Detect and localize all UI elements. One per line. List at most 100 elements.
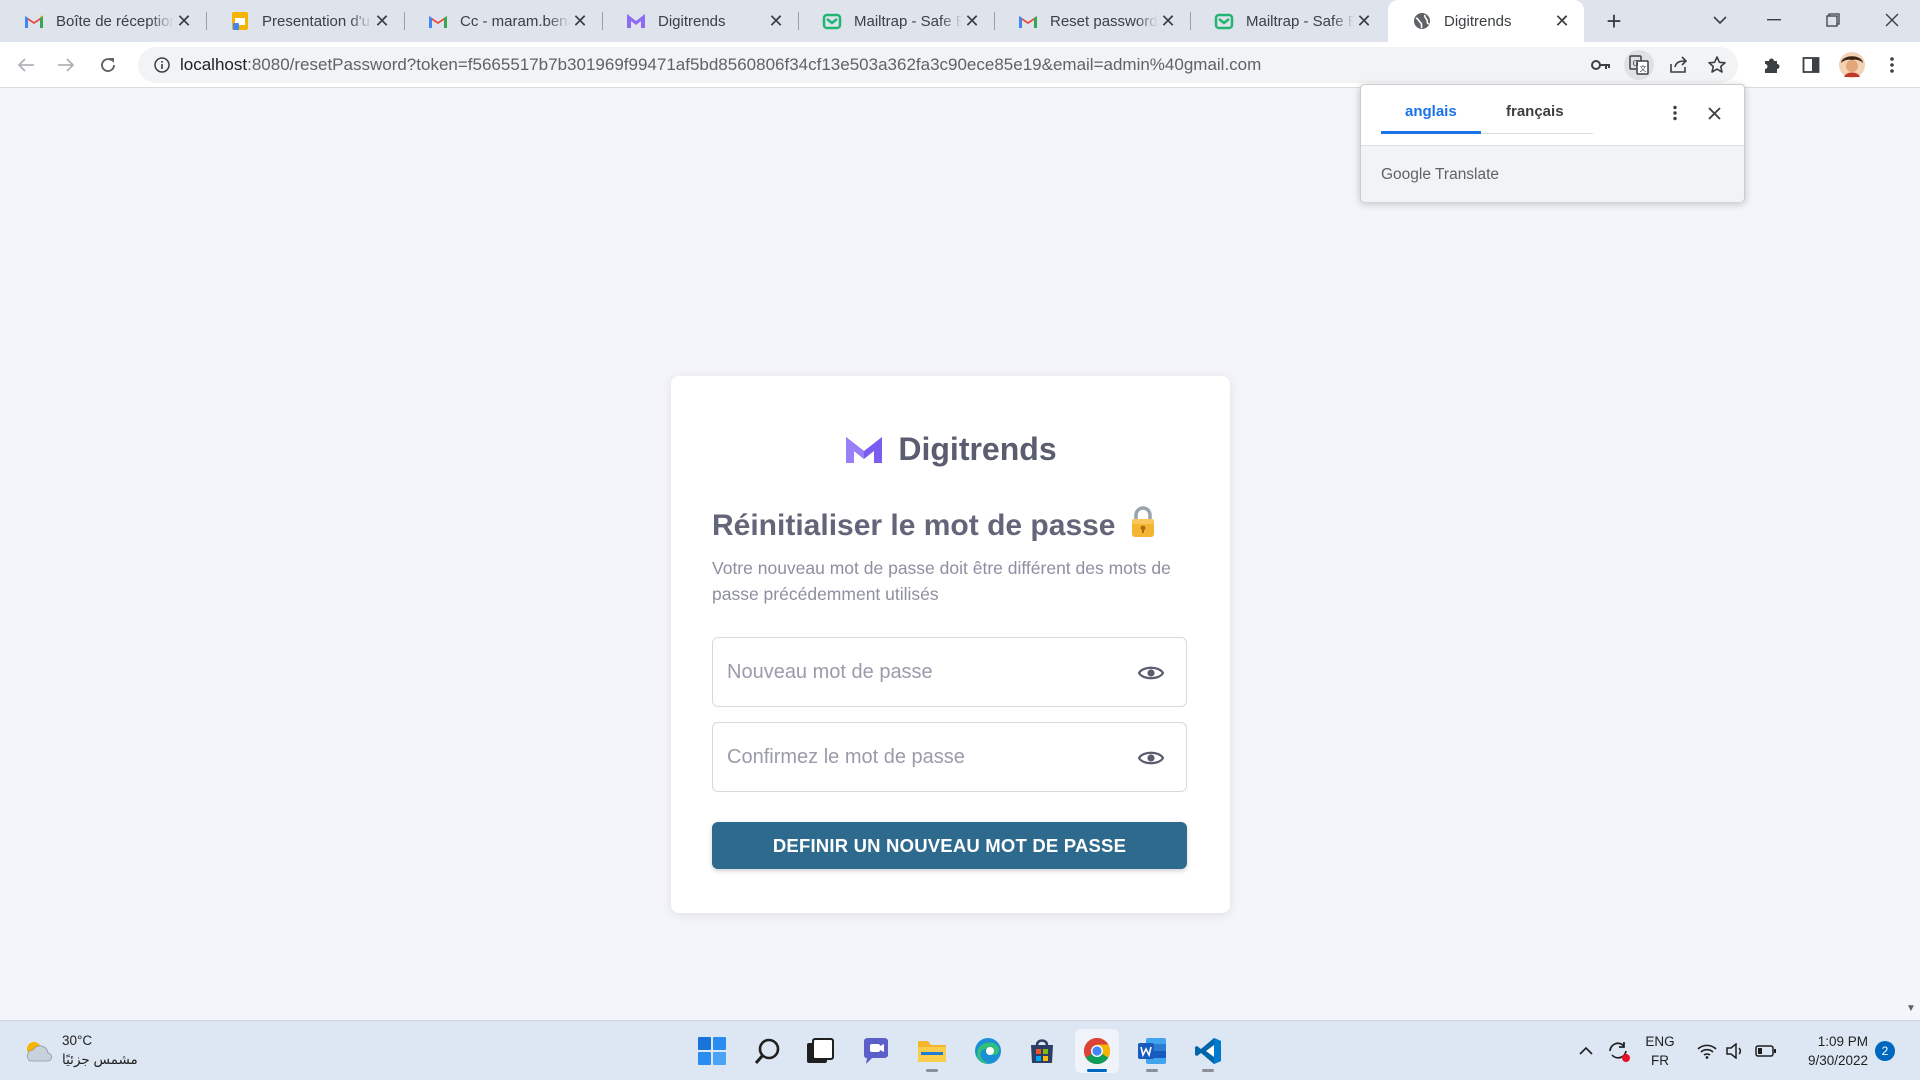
tab-title: Digitrends [658, 12, 726, 30]
gmail-icon [428, 11, 448, 31]
minimize-button[interactable] [1746, 0, 1802, 40]
close-icon [1885, 13, 1899, 27]
battery-icon[interactable] [1752, 1021, 1780, 1080]
tab-target-language[interactable]: français [1506, 103, 1564, 120]
tab-digitrends[interactable]: Digitrends ✕ [602, 0, 798, 42]
word-button[interactable] [1130, 1029, 1174, 1073]
new-password-input[interactable] [727, 638, 1127, 706]
translate-icon[interactable]: G文 [1624, 50, 1654, 80]
reload-button[interactable] [92, 49, 124, 81]
weather-widget[interactable]: 30°C مشمس جزئيًا [22, 1031, 138, 1069]
tab-mailtrap-1[interactable]: Mailtrap - Safe Em ✕ [798, 0, 994, 42]
bookmark-star-icon[interactable] [1702, 50, 1732, 80]
eye-icon[interactable] [1136, 660, 1166, 686]
tab-search-button[interactable] [1692, 0, 1748, 40]
share-icon[interactable] [1664, 50, 1694, 80]
chrome-button[interactable] [1075, 1029, 1119, 1073]
microsoft-store-button[interactable] [1020, 1029, 1064, 1073]
tab-digitrends-active[interactable]: Digitrends ✕ [1388, 0, 1584, 42]
close-icon[interactable]: ✕ [962, 11, 982, 31]
profile-avatar[interactable] [1838, 51, 1866, 79]
close-icon[interactable] [1700, 99, 1728, 127]
extensions-puzzle-icon[interactable] [1758, 51, 1786, 79]
partly-sunny-icon [26, 1042, 52, 1062]
google-brand-text: Google [1381, 166, 1431, 183]
clock-date: 9/30/2022 [1807, 1053, 1868, 1068]
forward-button[interactable] [50, 49, 82, 81]
side-panel-icon[interactable] [1797, 51, 1825, 79]
tab-gmail-cc[interactable]: Cc - maram.benab ✕ [404, 0, 602, 42]
tab-reset-password-mail[interactable]: Reset password in ✕ [994, 0, 1190, 42]
chevron-up-icon [1579, 1046, 1593, 1055]
chrome-icon [1083, 1037, 1111, 1065]
tab-title: Digitrends [1444, 12, 1512, 30]
tab-presentation[interactable]: Presentation d'une ✕ [206, 0, 404, 42]
key-icon[interactable] [1586, 50, 1616, 80]
reset-password-card: Digitrends Réinitialiser le mot de passe… [671, 376, 1230, 913]
language-secondary: FR [1651, 1053, 1669, 1068]
notification-badge[interactable]: 2 [1875, 1041, 1895, 1061]
sync-tray-icon[interactable] [1604, 1021, 1634, 1080]
word-icon [1138, 1038, 1166, 1064]
running-indicator [926, 1069, 938, 1072]
input-language-indicator[interactable]: ENG FR [1640, 1021, 1680, 1080]
file-explorer-button[interactable] [910, 1029, 954, 1073]
running-indicator [1202, 1069, 1214, 1072]
close-window-button[interactable] [1864, 0, 1920, 40]
browser-menu-icon[interactable] [1878, 51, 1906, 79]
show-hidden-icons-button[interactable] [1574, 1021, 1598, 1080]
new-tab-button[interactable]: + [1598, 6, 1630, 36]
page-subtitle: Votre nouveau mot de passe doit être dif… [712, 558, 1171, 604]
start-button[interactable] [690, 1029, 734, 1073]
page-scrollbar[interactable] [1902, 89, 1920, 1019]
back-button[interactable] [10, 49, 42, 81]
more-options-icon[interactable] [1661, 99, 1689, 127]
edge-button[interactable] [966, 1029, 1010, 1073]
task-view-button[interactable] [798, 1029, 842, 1073]
eye-icon[interactable] [1136, 745, 1166, 771]
clock-time: 1:09 PM [1817, 1034, 1868, 1049]
page-title-text: Réinitialiser le mot de passe [712, 509, 1116, 542]
vscode-button[interactable] [1186, 1029, 1230, 1073]
search-icon [754, 1038, 780, 1064]
close-icon[interactable]: ✕ [570, 11, 590, 31]
scroll-down-arrow-icon[interactable]: ▼ [1906, 1003, 1916, 1014]
store-icon [1031, 1039, 1053, 1063]
close-icon[interactable]: ✕ [1158, 11, 1178, 31]
close-icon[interactable]: ✕ [174, 11, 194, 31]
restore-icon [1826, 13, 1840, 27]
close-icon[interactable]: ✕ [1354, 11, 1374, 31]
mailtrap-icon [822, 11, 842, 31]
search-button[interactable] [746, 1029, 790, 1073]
language-primary: ENG [1645, 1034, 1675, 1049]
active-indicator [1087, 1069, 1107, 1072]
url-text[interactable]: localhost:8080/resetPassword?token=f5665… [180, 55, 1261, 75]
browser-tab-strip: Boîte de réception ✕ Presentation d'une … [0, 0, 1920, 42]
reload-icon [101, 58, 115, 72]
site-info-icon[interactable] [144, 57, 180, 73]
close-icon[interactable]: ✕ [766, 11, 786, 31]
new-password-field[interactable] [712, 637, 1187, 707]
tab-source-language[interactable]: anglais [1405, 103, 1457, 120]
wifi-icon[interactable] [1694, 1021, 1720, 1080]
clock[interactable]: 1:09 PM 9/30/2022 [1786, 1021, 1868, 1080]
volume-icon[interactable] [1722, 1021, 1748, 1080]
teams-chat-button[interactable] [854, 1029, 898, 1073]
close-icon[interactable]: ✕ [372, 11, 392, 31]
set-new-password-button[interactable]: DEFINIR UN NOUVEAU MOT DE PASSE [712, 822, 1187, 869]
tab-mailtrap-2[interactable]: Mailtrap - Safe Em ✕ [1190, 0, 1386, 42]
tab-title: Presentation d'une [262, 12, 372, 30]
weather-temperature: 30°C [62, 1033, 93, 1048]
url-host: localhost [180, 55, 248, 74]
running-indicator [1146, 1069, 1158, 1072]
address-bar[interactable]: localhost:8080/resetPassword?token=f5665… [138, 47, 1738, 83]
gmail-icon [1018, 11, 1038, 31]
tab-gmail-inbox[interactable]: Boîte de réception ✕ [0, 0, 206, 42]
confirm-password-field[interactable] [712, 722, 1187, 792]
brand-name: Digitrends [898, 431, 1057, 467]
translate-footer: Google Translate [1361, 145, 1744, 202]
close-icon[interactable]: ✕ [1552, 11, 1572, 31]
restore-button[interactable] [1805, 0, 1861, 40]
tab-title: Boîte de réception [56, 12, 174, 30]
confirm-password-input[interactable] [727, 723, 1127, 791]
